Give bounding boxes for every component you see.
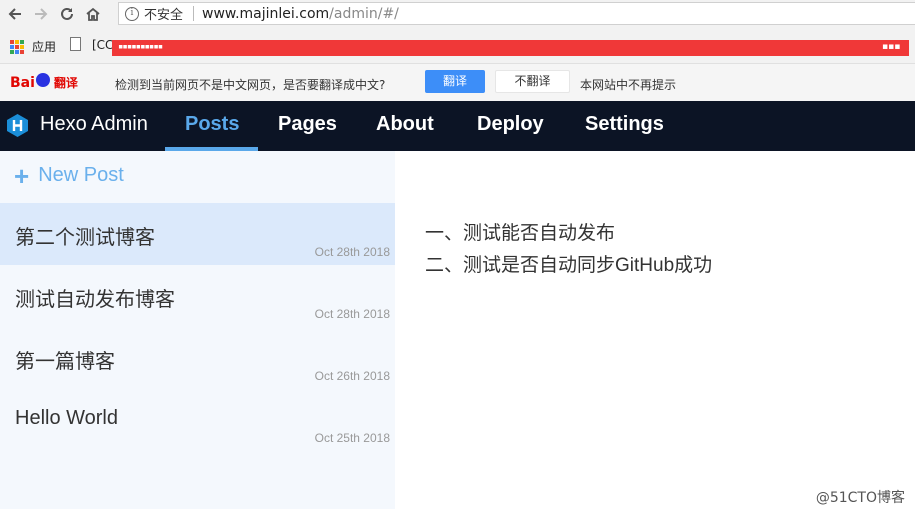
home-button[interactable] [82, 3, 104, 25]
post-list-item[interactable]: 测试自动发布博客 Oct 28th 2018 [0, 265, 395, 327]
post-date: Oct 28th 2018 [314, 307, 390, 321]
preview-line: 一、测试能否自动发布 [425, 223, 616, 244]
baidu-translate-logo: Bai 翻译 [10, 72, 78, 91]
hexo-logo-icon [7, 114, 28, 137]
forward-button[interactable] [30, 3, 52, 25]
preview-line: 二、测试是否自动同步GitHub成功 [425, 255, 713, 276]
info-icon[interactable]: i [125, 6, 139, 21]
security-label: 不安全 [144, 8, 184, 23]
bookmark-item[interactable]: [CC [92, 38, 113, 52]
url-path: /admin/#/ [329, 5, 399, 22]
url-host: www.majinlei.com [202, 5, 330, 22]
no-translate-button[interactable]: 不翻译 [495, 70, 570, 93]
post-date: Oct 26th 2018 [314, 369, 390, 383]
paw-icon [35, 72, 50, 87]
watermark: @51CTO博客 [815, 490, 905, 506]
browser-toolbar: i 不安全 www.majinlei.com/admin/#/ [0, 0, 915, 27]
nav-about[interactable]: About [376, 113, 434, 136]
post-list-item[interactable]: 第一篇博客 Oct 26th 2018 [0, 327, 395, 389]
baidu-logo-text: Bai [10, 74, 35, 91]
post-title: 测试自动发布博客 [15, 289, 175, 311]
nav-deploy[interactable]: Deploy [477, 113, 544, 136]
redacted-text: ▪▪▪ [882, 42, 901, 52]
app-brand[interactable]: Hexo Admin [40, 113, 148, 136]
plus-icon: + [14, 160, 30, 191]
apps-grid-icon[interactable] [10, 40, 24, 54]
page-icon [70, 37, 81, 51]
never-prompt-link[interactable]: 本网站中不再提示 [580, 76, 676, 93]
redacted-text: ▪▪▪▪▪▪▪▪▪▪ [118, 42, 163, 52]
new-post-button[interactable]: + New Post [14, 160, 124, 191]
redaction-bar [112, 40, 909, 56]
back-button[interactable] [4, 3, 26, 25]
post-title: 第二个测试博客 [15, 227, 155, 249]
nav-posts[interactable]: Posts [185, 113, 239, 136]
reload-button[interactable] [56, 3, 78, 25]
address-bar[interactable]: i 不安全 www.majinlei.com/admin/#/ [118, 2, 915, 25]
translate-bar: Bai 翻译 检测到当前网页不是中文网页，是否要翻译成中文? 翻译 不翻译 本网… [0, 64, 915, 101]
post-title: Hello World [15, 407, 118, 429]
post-list-sidebar: + New Post 第二个测试博客 Oct 28th 2018 测试自动发布博… [0, 151, 395, 509]
post-preview: 一、测试能否自动发布 二、测试是否自动同步GitHub成功 [395, 151, 915, 509]
post-date: Oct 25th 2018 [314, 431, 390, 445]
translate-button[interactable]: 翻译 [425, 70, 485, 93]
divider [193, 6, 195, 21]
post-date: Oct 28th 2018 [314, 245, 390, 259]
app-header: Hexo Admin Posts Pages About Deploy Sett… [0, 101, 915, 151]
post-title: 第一篇博客 [15, 351, 115, 373]
nav-settings[interactable]: Settings [585, 113, 664, 136]
apps-bookmark[interactable]: 应用 [32, 38, 56, 55]
new-post-label: New Post [38, 164, 124, 186]
baidu-logo-suffix: 翻译 [53, 76, 78, 90]
nav-pages[interactable]: Pages [278, 113, 337, 136]
translate-message: 检测到当前网页不是中文网页，是否要翻译成中文? [115, 78, 386, 92]
post-list-item[interactable]: Hello World Oct 25th 2018 [0, 389, 395, 451]
post-list-item[interactable]: 第二个测试博客 Oct 28th 2018 [0, 203, 395, 265]
